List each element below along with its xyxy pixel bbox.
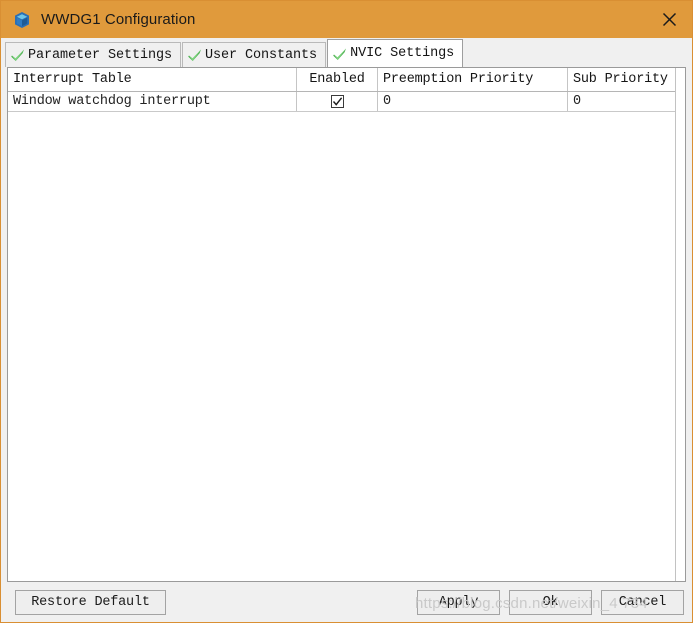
table-vertical-scrollbar[interactable]: [675, 68, 685, 581]
sub-priority-cell[interactable]: 0: [568, 92, 685, 111]
footer-bar: Restore Default Apply Ok Cancel: [1, 582, 692, 622]
green-check-icon: [187, 47, 203, 63]
restore-default-button[interactable]: Restore Default: [15, 589, 166, 615]
interrupt-name-cell: Window watchdog interrupt: [8, 92, 297, 111]
column-header-sub-priority[interactable]: Sub Priority: [568, 68, 685, 91]
wwdg1-configuration-window: WWDG1 Configuration Parameter Settings U…: [0, 0, 693, 623]
column-header-enabled[interactable]: Enabled: [297, 68, 378, 91]
tab-label: Parameter Settings: [28, 47, 173, 63]
cancel-button[interactable]: Cancel: [601, 589, 684, 615]
tab-user-constants[interactable]: User Constants: [182, 42, 327, 67]
enabled-checkbox[interactable]: [330, 95, 344, 108]
preemption-priority-cell[interactable]: 0: [378, 92, 568, 111]
window-title: WWDG1 Configuration: [41, 11, 196, 28]
footer-action-buttons: Apply Ok Cancel: [417, 589, 684, 615]
green-check-icon: [332, 46, 348, 62]
cube-icon: [12, 10, 32, 30]
tab-strip: Parameter Settings User Constants NVIC S…: [1, 38, 692, 67]
column-header-interrupt-table[interactable]: Interrupt Table: [8, 68, 297, 91]
table-header-row: Interrupt Table Enabled Preemption Prior…: [8, 68, 685, 92]
tab-nvic-settings[interactable]: NVIC Settings: [327, 39, 464, 67]
tab-parameter-settings[interactable]: Parameter Settings: [5, 42, 182, 67]
tab-label: User Constants: [205, 47, 318, 63]
green-check-icon: [10, 47, 26, 63]
column-header-preemption-priority[interactable]: Preemption Priority: [378, 68, 568, 91]
enabled-cell[interactable]: [297, 92, 378, 111]
apply-button[interactable]: Apply: [417, 589, 500, 615]
title-bar: WWDG1 Configuration: [1, 1, 692, 38]
tab-label: NVIC Settings: [350, 46, 455, 61]
table-row[interactable]: Window watchdog interrupt 0 0: [8, 92, 685, 112]
ok-button[interactable]: Ok: [509, 589, 592, 615]
nvic-interrupt-table: Interrupt Table Enabled Preemption Prior…: [7, 67, 686, 582]
table-empty-area: [8, 112, 685, 581]
table-grid: Interrupt Table Enabled Preemption Prior…: [8, 68, 685, 581]
close-icon[interactable]: [646, 1, 692, 38]
